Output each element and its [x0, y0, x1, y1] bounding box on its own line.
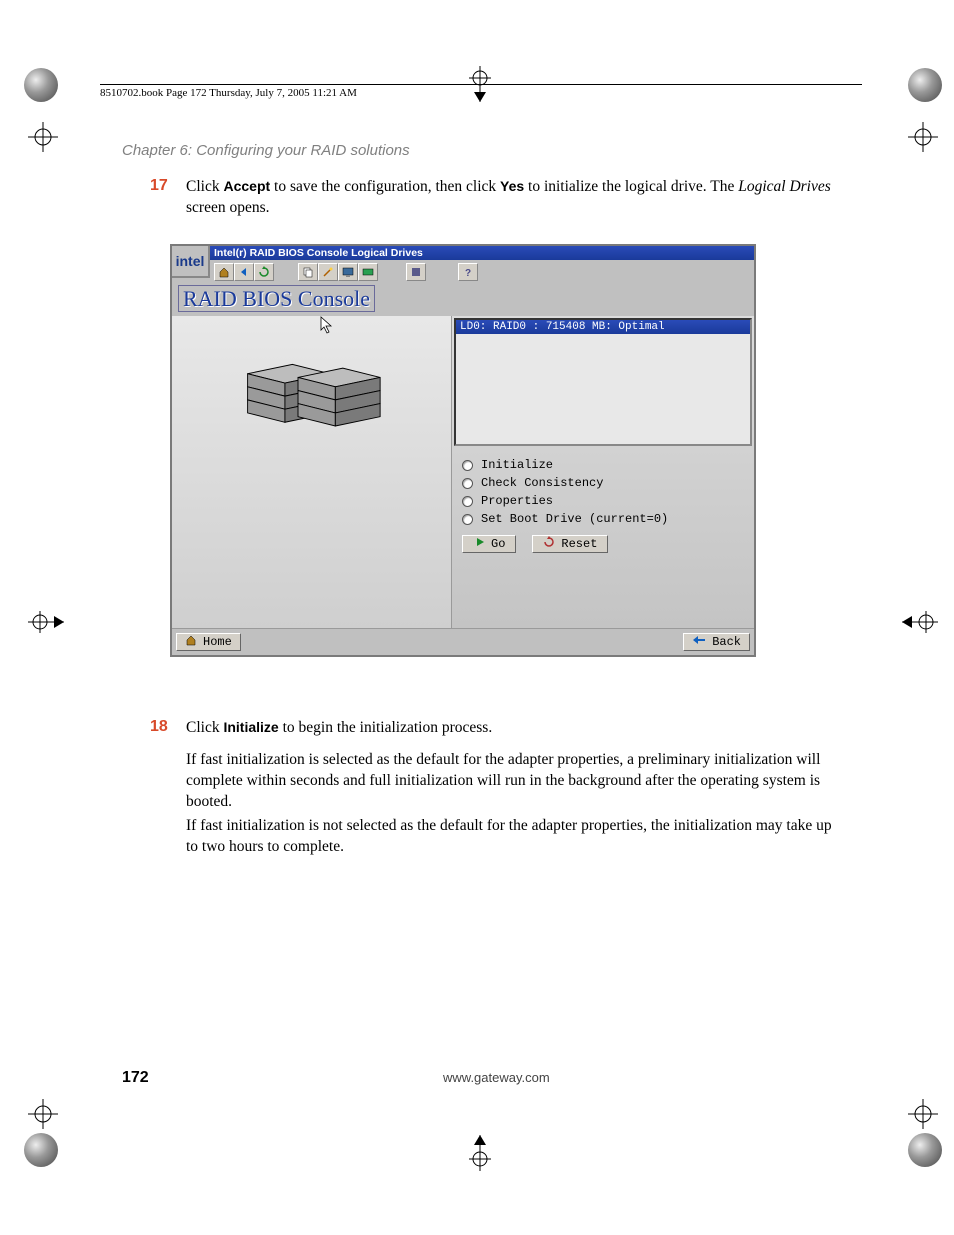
footer-url: www.gateway.com — [149, 1070, 844, 1085]
step-number: 17 — [150, 177, 168, 195]
intel-logo: intel — [172, 246, 210, 278]
home-toolbar-icon[interactable] — [214, 263, 234, 281]
step-number: 18 — [150, 718, 168, 736]
reset-icon — [543, 536, 555, 552]
back-button[interactable]: Back — [683, 633, 750, 651]
toolbar: ? — [210, 260, 754, 284]
back-toolbar-icon[interactable] — [234, 263, 254, 281]
option-check-consistency[interactable]: Check Consistency — [462, 474, 744, 492]
go-icon — [473, 536, 485, 552]
left-pane — [172, 316, 452, 628]
copy-toolbar-icon[interactable] — [298, 263, 318, 281]
crop-sphere-tl — [24, 68, 58, 102]
stop-toolbar-icon[interactable] — [406, 263, 426, 281]
crop-sphere-tr — [908, 68, 942, 102]
registration-mark-icon — [906, 1097, 940, 1131]
step-body: Click Initialize to begin the initializa… — [186, 718, 844, 739]
console-heading: RAID BIOS Console — [172, 284, 754, 316]
options-panel: Initialize Check Consistency Properties … — [452, 448, 754, 534]
step-17: 17 Click Accept to save the configuratio… — [150, 177, 844, 219]
embedded-screenshot: intel Intel(r) RAID BIOS Console Logical… — [170, 244, 756, 657]
option-properties[interactable]: Properties — [462, 492, 744, 510]
drives-illustration-icon — [242, 334, 382, 434]
running-header: 8510702.book Page 172 Thursday, July 7, … — [100, 84, 862, 100]
registration-mark-icon — [906, 120, 940, 154]
step-18: 18 Click Initialize to begin the initial… — [150, 718, 844, 739]
chapter-title: Chapter 6: Configuring your RAID solutio… — [122, 142, 410, 159]
option-initialize[interactable]: Initialize — [462, 456, 744, 474]
svg-text:?: ? — [465, 268, 471, 278]
step-body: Click Accept to save the configuration, … — [186, 177, 844, 219]
cursor-icon — [320, 316, 334, 337]
help-toolbar-icon[interactable]: ? — [458, 263, 478, 281]
radio-icon[interactable] — [462, 514, 473, 525]
logical-drive-row[interactable]: LD0: RAID0 : 715408 MB: Optimal — [456, 320, 750, 334]
crop-sphere-bl — [24, 1133, 58, 1167]
drive-toolbar-icon[interactable] — [358, 263, 378, 281]
monitor-toolbar-icon[interactable] — [338, 263, 358, 281]
refresh-toolbar-icon[interactable] — [254, 263, 274, 281]
page-footer: 172 www.gateway.com — [122, 1069, 844, 1087]
crop-sphere-br — [908, 1133, 942, 1167]
back-arrow-icon — [692, 635, 706, 649]
radio-icon[interactable] — [462, 496, 473, 507]
go-button[interactable]: Go — [462, 535, 516, 553]
paragraph-fast-init: If fast initialization is selected as th… — [186, 750, 844, 813]
home-button[interactable]: Home — [176, 633, 241, 651]
home-icon — [185, 634, 197, 650]
option-set-boot-drive[interactable]: Set Boot Drive (current=0) — [462, 510, 744, 528]
crop-arrow-icon — [900, 602, 940, 642]
window-title: Intel(r) RAID BIOS Console Logical Drive… — [210, 246, 754, 260]
radio-icon[interactable] — [462, 478, 473, 489]
wand-toolbar-icon[interactable] — [318, 263, 338, 281]
paragraph-slow-init: If fast initialization is not selected a… — [186, 816, 844, 858]
crop-arrow-icon — [26, 602, 66, 642]
crop-arrow-icon — [460, 1133, 500, 1173]
reset-button[interactable]: Reset — [532, 535, 608, 553]
radio-icon[interactable] — [462, 460, 473, 471]
registration-mark-icon — [26, 120, 60, 154]
page-number: 172 — [122, 1069, 149, 1087]
registration-mark-icon — [26, 1097, 60, 1131]
logical-drive-list[interactable]: LD0: RAID0 : 715408 MB: Optimal — [454, 318, 752, 446]
